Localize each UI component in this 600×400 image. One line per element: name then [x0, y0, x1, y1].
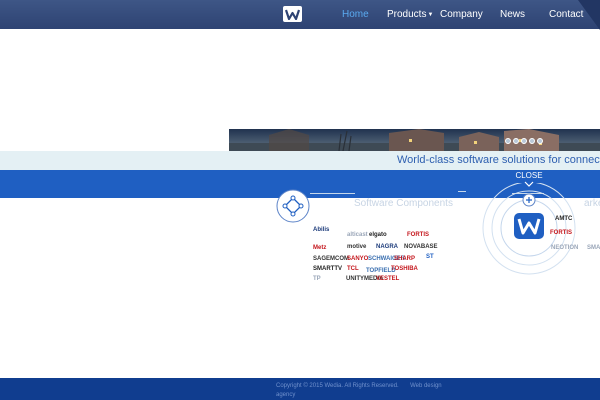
customer-logo: motive [347, 244, 367, 250]
nav-contact[interactable]: Contact [549, 9, 583, 20]
network-icon [276, 189, 310, 223]
connector-line [310, 193, 355, 194]
site-header: Home Products▼ Company News Contact [0, 0, 600, 30]
town-photo [229, 129, 600, 151]
slide-dot[interactable] [505, 138, 511, 144]
nav-products-label: Products [387, 9, 427, 20]
nav-home[interactable]: Home [342, 9, 369, 20]
customer-logo: alticast [347, 232, 368, 238]
customer-logo: SAGEMCOM [313, 256, 349, 262]
hero-image [229, 129, 600, 151]
network-icon-circle [276, 189, 310, 228]
partner-logo: FORTIS [550, 230, 572, 236]
customer-logo: NOVABASE [404, 244, 438, 250]
section-title-partial: arke [584, 198, 600, 209]
section-title: Software Components [354, 198, 453, 209]
nav-news[interactable]: News [500, 9, 525, 20]
customer-logo: TP [313, 276, 321, 282]
customer-logo: SMARTTV [313, 266, 342, 272]
customer-logo: VESTEL [376, 276, 400, 282]
partner-logo: AMTC [555, 216, 573, 222]
satellite-icon [522, 193, 536, 207]
customer-logo: TOSHIBA [391, 266, 418, 272]
chevron-down-icon: ▼ [427, 12, 434, 18]
partner-logo: SMAR [587, 245, 600, 251]
customer-logo: Metz [313, 245, 327, 251]
slider-dots [505, 138, 543, 144]
slide-dot[interactable] [513, 138, 519, 144]
close-label: CLOSE [515, 171, 543, 180]
hero-tagline: World-class software solutions for conne… [397, 154, 600, 166]
customer-logo: SANYO [347, 256, 369, 262]
partner-logo: NEOTION [551, 245, 579, 251]
w-logo-icon [285, 9, 300, 20]
customer-logo: FORTIS [407, 232, 429, 238]
connector-line [458, 191, 466, 192]
slide-dot[interactable] [521, 138, 527, 144]
wedia-logo[interactable] [283, 6, 302, 22]
footer-text: Copyright © 2015 Wedia. All Rights Reser… [276, 382, 456, 400]
customer-logo: elgato [369, 232, 387, 238]
customer-logo: NAGRA [376, 244, 398, 250]
customer-logo: SHARP [394, 256, 416, 262]
customer-logo: Abilis [313, 227, 330, 233]
copyright-text: Copyright © 2015 Wedia. All Rights Reser… [276, 383, 399, 389]
slide-dot[interactable] [537, 138, 543, 144]
customer-logo: TCL [347, 266, 359, 272]
customer-logo: ST [426, 254, 434, 260]
nav-company[interactable]: Company [440, 9, 483, 20]
nav-products[interactable]: Products▼ [387, 9, 433, 20]
slide-dot[interactable] [529, 138, 535, 144]
